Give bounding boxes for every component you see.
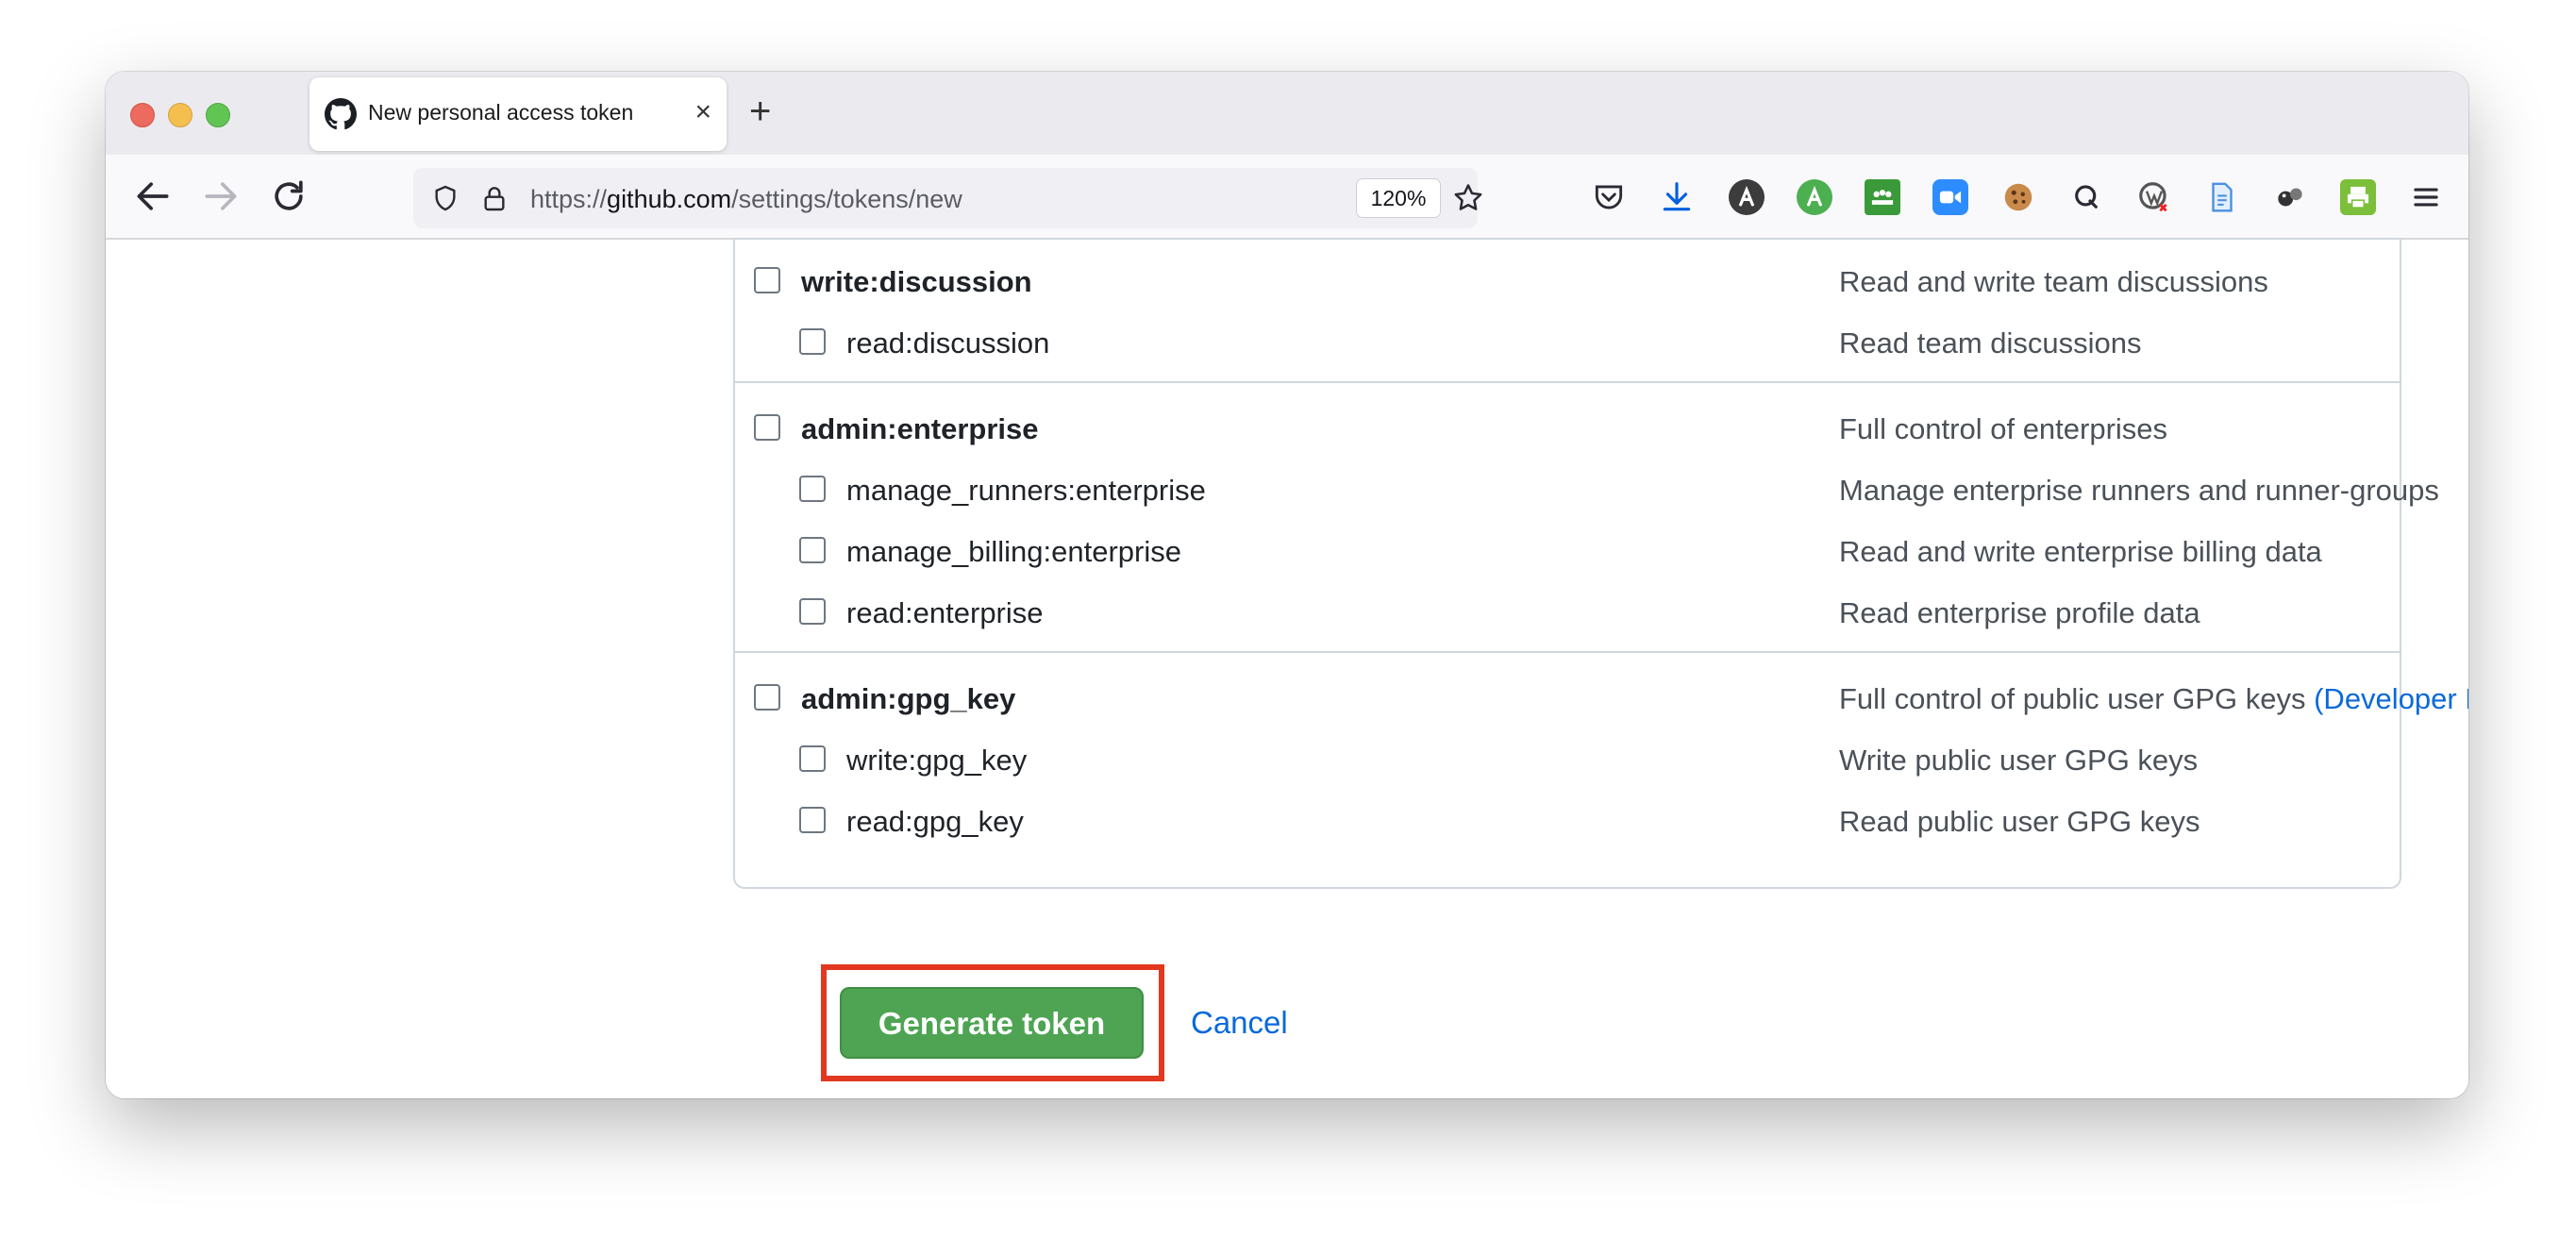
- scope-checkbox[interactable]: [754, 267, 780, 293]
- print-icon[interactable]: [2340, 179, 2376, 215]
- scope-description-text: Read enterprise profile data: [1839, 596, 2200, 629]
- browser-window: New personal access token × + https://gi…: [106, 72, 2468, 1098]
- forward-arrow-icon[interactable]: [200, 176, 242, 217]
- scope-child-row: read:enterprise Read enterprise profile d…: [735, 594, 2400, 632]
- scope-name[interactable]: write:gpg_key: [846, 742, 1027, 779]
- balls-icon[interactable]: [2272, 179, 2308, 215]
- github-icon: [325, 98, 357, 130]
- scope-description-text: Read public user GPG keys: [1839, 805, 2200, 838]
- classroom-icon[interactable]: [1865, 179, 1900, 215]
- url-bar[interactable]: https://github.com/settings/tokens/new 1…: [413, 168, 1482, 228]
- scope-name[interactable]: read:discussion: [846, 325, 1049, 362]
- scope-parent-row: admin:enterprise Full control of enterpri…: [735, 410, 2400, 448]
- scope-description: Read enterprise profile data: [1839, 594, 2200, 632]
- pocket-icon[interactable]: [1591, 179, 1627, 215]
- scope-description: Full control of enterprises: [1839, 410, 2167, 448]
- menu-hamburger-icon[interactable]: [2408, 179, 2444, 215]
- scope-checkbox[interactable]: [799, 328, 826, 355]
- scope-child-row: read:gpg_key Read public user GPG keys: [735, 803, 2400, 841]
- scope-name[interactable]: admin:enterprise: [801, 410, 1039, 448]
- tab-strip: New personal access token × +: [106, 72, 2468, 155]
- q-icon[interactable]: [2068, 179, 2104, 215]
- nav-toolbar: https://github.com/settings/tokens/new 1…: [106, 155, 2468, 240]
- close-tab-icon[interactable]: ×: [694, 96, 711, 128]
- scope-description: Full control of public user GPG keys (De…: [1839, 680, 2468, 718]
- scope-checkbox[interactable]: [799, 598, 826, 625]
- bookmark-star-icon[interactable]: [1451, 181, 1485, 215]
- back-arrow-icon[interactable]: [132, 176, 174, 217]
- url-path: /settings/tokens/new: [731, 185, 962, 213]
- minimize-window-button[interactable]: [168, 103, 192, 127]
- url-text[interactable]: https://github.com/settings/tokens/new: [530, 185, 962, 214]
- scope-group-divider: [735, 381, 2400, 383]
- scope-name[interactable]: admin:gpg_key: [801, 680, 1015, 718]
- scope-description: Write public user GPG keys: [1839, 742, 2198, 779]
- tab-active[interactable]: New personal access token ×: [309, 77, 727, 151]
- scope-name[interactable]: manage_billing:enterprise: [846, 533, 1181, 571]
- url-scheme: https://: [530, 185, 608, 213]
- account-a-dark-icon[interactable]: [1729, 179, 1765, 215]
- scopes-panel: write:discussion Read and write team disc…: [733, 240, 2468, 889]
- page-content: write:discussion Read and write team disc…: [106, 238, 2468, 1098]
- scope-parent-row: admin:gpg_key Full control of public user…: [735, 680, 2468, 718]
- scope-description-text: Write public user GPG keys: [1839, 744, 2199, 777]
- scope-description-text: Full control of enterprises: [1839, 412, 2168, 445]
- zoom-meeting-icon[interactable]: [1932, 179, 1968, 215]
- scope-name[interactable]: read:enterprise: [846, 594, 1044, 632]
- scope-child-row: manage_runners:enterprise Manage enterpri…: [735, 472, 2439, 510]
- tab-title: New personal access token: [368, 100, 634, 125]
- zoom-level-badge[interactable]: 120%: [1357, 179, 1440, 217]
- scope-description-text: Read team discussions: [1839, 326, 2142, 360]
- scope-description: Read and write enterprise billing data: [1839, 533, 2322, 571]
- scope-name[interactable]: manage_runners:enterprise: [846, 472, 1206, 510]
- scope-child-row: manage_billing:enterprise Read and write …: [735, 533, 2400, 571]
- scope-description-text: Read and write enterprise billing data: [1839, 535, 2322, 568]
- developer-preview-link[interactable]: (Developer Preview): [2314, 682, 2468, 715]
- account-a-green-icon[interactable]: [1797, 179, 1832, 215]
- scope-description-text: Read and write team discussions: [1839, 265, 2268, 298]
- scope-name[interactable]: read:gpg_key: [846, 803, 1024, 841]
- scope-child-row: write:gpg_key Write public user GPG keys: [735, 742, 2400, 779]
- shield-icon[interactable]: [430, 183, 460, 213]
- scope-name[interactable]: write:discussion: [801, 263, 1032, 301]
- scope-child-row: read:discussion Read team discussions: [735, 325, 2400, 362]
- wordpress-icon[interactable]: [2136, 179, 2172, 215]
- lock-icon[interactable]: [479, 183, 510, 213]
- scope-description-text: Manage enterprise runners and runner-gro…: [1839, 474, 2439, 507]
- scope-description: Read team discussions: [1839, 325, 2142, 362]
- scope-checkbox[interactable]: [799, 537, 826, 563]
- scope-parent-row: write:discussion Read and write team disc…: [735, 263, 2400, 301]
- document-icon[interactable]: [2204, 179, 2240, 215]
- new-tab-button[interactable]: +: [749, 91, 771, 132]
- generate-token-button[interactable]: Generate token: [840, 987, 1144, 1059]
- scope-checkbox[interactable]: [799, 476, 826, 502]
- scope-checkbox[interactable]: [799, 745, 826, 772]
- url-host: github.com: [607, 185, 732, 213]
- reload-icon[interactable]: [268, 176, 309, 217]
- scope-description-text: Full control of public user GPG keys: [1839, 682, 2306, 715]
- scope-description: Read and write team discussions: [1839, 263, 2268, 301]
- scope-checkbox[interactable]: [754, 684, 780, 711]
- zoom-window-button[interactable]: [206, 103, 230, 127]
- downloads-icon[interactable]: [1659, 179, 1695, 215]
- cancel-link[interactable]: Cancel: [1191, 1002, 1288, 1044]
- scope-description: Read public user GPG keys: [1839, 803, 2200, 841]
- close-window-button[interactable]: [130, 103, 155, 127]
- scope-checkbox[interactable]: [799, 807, 826, 833]
- cookie-icon[interactable]: [2000, 179, 2036, 215]
- scope-description: Manage enterprise runners and runner-gro…: [1839, 472, 2439, 510]
- scope-checkbox[interactable]: [754, 414, 780, 441]
- scope-group-divider: [735, 651, 2400, 653]
